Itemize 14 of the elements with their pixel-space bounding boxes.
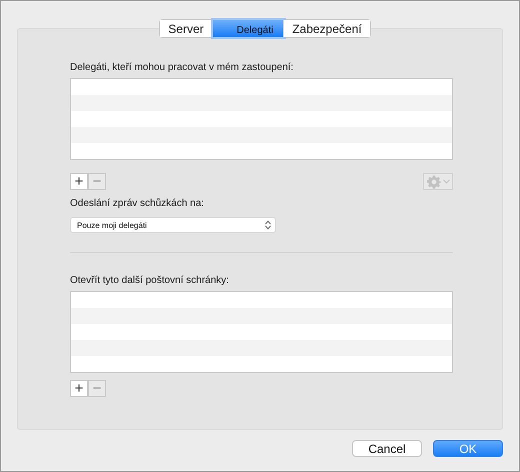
stepper-icon bbox=[265, 220, 271, 230]
cancel-button[interactable]: Cancel bbox=[352, 440, 422, 457]
recipients-select[interactable]: Pouze moji delegáti bbox=[70, 217, 276, 233]
section-label: Otevřít tyto další poštovní schránky: bbox=[70, 275, 230, 286]
tab[interactable]: Server bbox=[160, 20, 213, 37]
tab[interactable]: Delegáti bbox=[212, 20, 284, 37]
mailboxes-list[interactable] bbox=[70, 291, 453, 373]
add-button[interactable]: + bbox=[70, 173, 88, 190]
caret-icon bbox=[442, 179, 450, 184]
delegates-list[interactable] bbox=[70, 78, 453, 160]
section-label: Delegáti, kteří mohou pracovat v mém zastoupení: bbox=[70, 62, 294, 73]
add-button[interactable]: + bbox=[70, 380, 88, 397]
field-label: Odeslání zpráv schůzkách na: bbox=[70, 198, 205, 209]
gear-icon bbox=[426, 174, 440, 188]
